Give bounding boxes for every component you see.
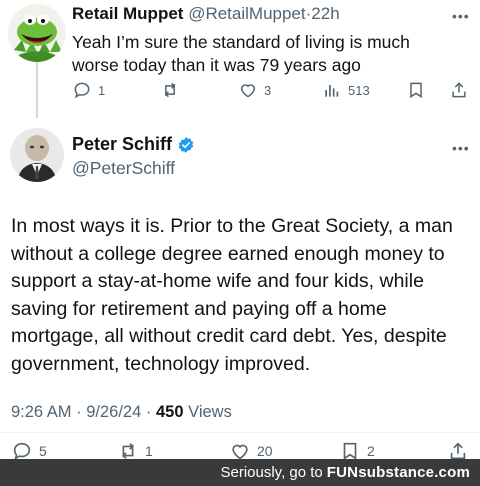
tweet-meta-separator: · [145, 403, 152, 421]
tweet-like-count: 20 [257, 443, 273, 459]
reply-tweet[interactable]: Retail Muppet @RetailMuppet·22h ••• Yeah… [0, 0, 480, 118]
tweet-time[interactable]: 9:26 AM [11, 403, 72, 421]
watermark-logo[interactable]: FUNsubstance.com [327, 464, 470, 481]
tweet-author-name[interactable]: Peter Schiff [72, 134, 172, 155]
tweet-date[interactable]: 9/26/24 [86, 403, 141, 421]
verified-badge-icon [178, 136, 194, 153]
reply-views-count: 513 [348, 82, 370, 98]
reply-timestamp[interactable]: 22h [311, 4, 339, 23]
tweet-retweet-count: 1 [145, 443, 153, 459]
watermark-text: Seriously, go to [220, 464, 323, 481]
reply-views-button[interactable]: 513 [322, 80, 370, 100]
reply-action-bar: 1 3 513 [72, 80, 472, 106]
reply-author-handle[interactable]: @RetailMuppet [188, 4, 305, 23]
reply-bookmark-button[interactable] [406, 80, 426, 100]
reply-like-button[interactable]: 3 [238, 80, 271, 100]
reply-more-icon[interactable]: ••• [452, 8, 470, 24]
tweet-meta: 9:26 AM · 9/26/24 · 450 Views [11, 403, 232, 422]
comment-icon [74, 82, 90, 99]
thread-line [36, 62, 38, 118]
bookmark-icon [410, 82, 422, 99]
retweet-icon [164, 82, 176, 98]
tweet-views-count: 450 [155, 403, 184, 421]
reply-share-button[interactable] [449, 80, 469, 100]
kermit-avatar[interactable] [8, 4, 66, 62]
reply-text: Yeah I’m sure the standard of living is … [72, 32, 410, 75]
reply-retweet-button[interactable] [160, 80, 186, 100]
tweet-author-handle[interactable]: @PeterSchiff [72, 158, 175, 179]
reply-reply-button[interactable]: 1 [72, 80, 105, 100]
tweet-author-name-row: Peter Schiff [72, 134, 195, 155]
share-icon [452, 82, 466, 98]
reply-reply-count: 1 [98, 82, 106, 98]
tweet-views-label: Views [188, 403, 232, 421]
reply-like-count: 3 [264, 82, 272, 98]
tweet-more-icon[interactable]: ••• [452, 140, 470, 156]
reply-author-name[interactable]: Retail Muppet [72, 4, 183, 23]
views-icon [325, 85, 339, 97]
watermark-banner: Seriously, go to FUNsubstance.com [0, 459, 480, 486]
tweet-meta-separator: · [76, 403, 82, 421]
reply-header: Retail Muppet @RetailMuppet·22h [72, 4, 340, 24]
tweet-text: In most ways it is. Prior to the Great S… [11, 215, 453, 375]
tweet-reply-count: 5 [39, 443, 47, 459]
tweet-bookmark-count: 2 [367, 443, 375, 459]
heart-icon [240, 84, 256, 98]
peter-schiff-avatar[interactable] [10, 128, 64, 182]
divider [0, 432, 480, 433]
